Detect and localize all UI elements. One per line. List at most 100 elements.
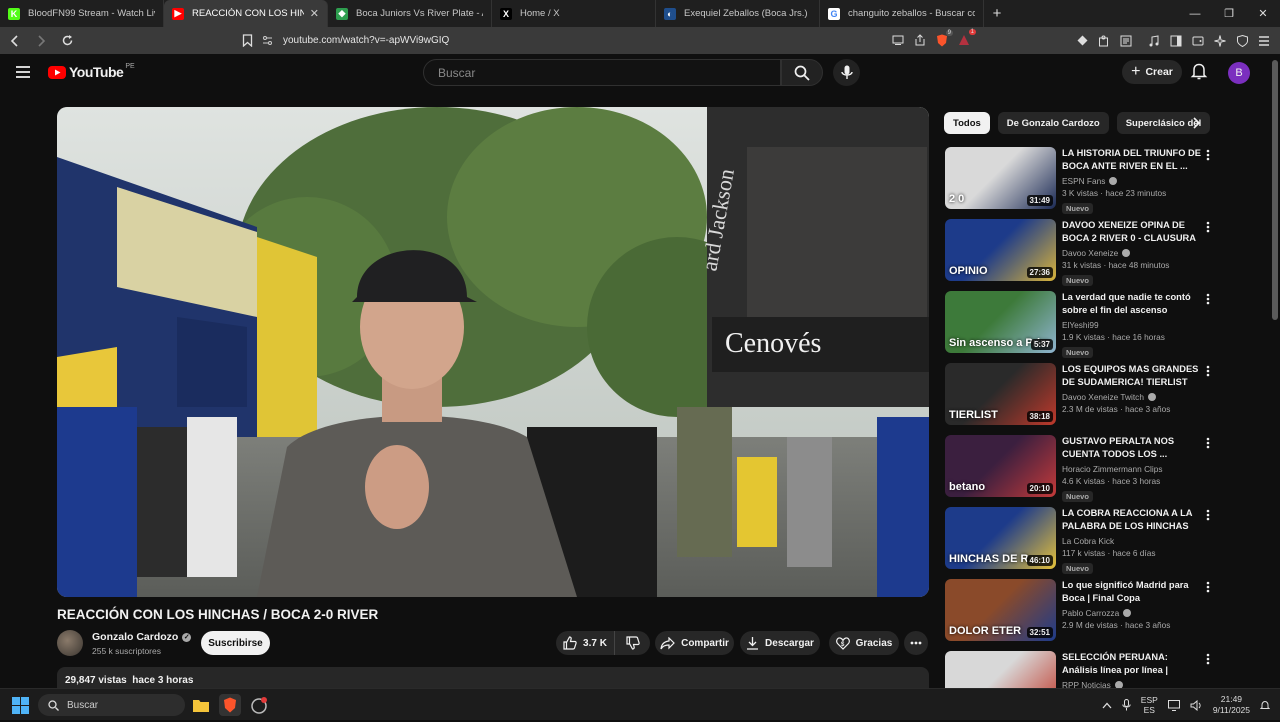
voice-search-button[interactable] (833, 59, 860, 86)
search-button[interactable] (781, 59, 823, 86)
leo-ai-button[interactable] (1210, 31, 1230, 51)
browser-tab[interactable]: ▶ REACCIÓN CON LOS HINCHAS / ✕ (164, 0, 328, 27)
recommendation-item[interactable]: DOLOR ETER 32:51 Lo que significó Madrid p… (944, 578, 1269, 650)
chips-next-button[interactable] (1186, 113, 1206, 133)
cast-button[interactable] (888, 30, 908, 50)
recommendation-menu-button[interactable] (1202, 291, 1214, 307)
taskbar-brave[interactable] (219, 694, 241, 716)
back-button[interactable] (4, 30, 26, 52)
recommendation-item[interactable]: OPINIO 27:36 DAVOO XENEIZE OPINA DE BOCA 2… (944, 218, 1269, 290)
start-button[interactable] (12, 697, 29, 714)
page-scrollbar[interactable] (1272, 60, 1278, 320)
search-input[interactable]: Buscar (423, 59, 781, 86)
recommendation-title[interactable]: LA HISTORIA DEL TRIUNFO DE BOCA ANTE RIV… (1062, 147, 1202, 173)
minimize-button[interactable]: — (1178, 0, 1212, 27)
channel-avatar[interactable] (57, 630, 83, 656)
taskbar-search[interactable]: Buscar (38, 694, 185, 716)
video-thumbnail[interactable]: HINCHAS DE R 46:10 (945, 507, 1056, 569)
reload-button[interactable] (56, 30, 78, 52)
video-thumbnail[interactable]: DOLOR ETER 32:51 (945, 579, 1056, 641)
recommendation-menu-button[interactable] (1202, 147, 1214, 163)
recommendation-channel[interactable]: ESPN Fans (1062, 176, 1105, 186)
recommendation-menu-button[interactable] (1202, 507, 1214, 523)
video-thumbnail[interactable]: TIERLIST 38:18 (945, 363, 1056, 425)
reader-button[interactable] (1116, 31, 1136, 51)
extension-button[interactable] (1072, 31, 1092, 51)
recommendation-menu-button[interactable] (1202, 435, 1214, 451)
recommendation-title[interactable]: La verdad que nadie te contó sobre el fi… (1062, 291, 1202, 317)
tray-microphone[interactable] (1122, 699, 1131, 711)
recommendation-title[interactable]: SELECCIÓN PERUANA: Análisis línea por lí… (1062, 651, 1202, 677)
tray-overflow-button[interactable] (1102, 702, 1112, 709)
bookmark-button[interactable] (236, 30, 258, 52)
tray-display[interactable] (1167, 699, 1180, 711)
video-thumbnail[interactable]: 2 0 31:49 (945, 147, 1056, 209)
brave-shields-button[interactable]: 9 (932, 30, 953, 50)
like-button[interactable]: 3.7 K (556, 631, 614, 655)
youtube-logo[interactable]: YouTube PE (48, 63, 135, 80)
guide-menu-button[interactable] (14, 63, 32, 81)
recommendation-title[interactable]: DAVOO XENEIZE OPINA DE BOCA 2 RIVER 0 - … (1062, 219, 1202, 245)
recommendation-item[interactable]: betano 20:10 GUSTAVO PERALTA NOS CUENTA TO… (944, 434, 1269, 506)
new-tab-button[interactable]: + (984, 0, 1010, 27)
input-language[interactable]: ESP ES (1141, 695, 1158, 715)
subscribe-button[interactable]: Suscribirse (201, 631, 270, 655)
download-button[interactable]: Descargar (740, 631, 820, 655)
clock[interactable]: 21:49 9/11/2025 (1213, 694, 1250, 716)
address-bar[interactable]: youtube.com/watch?v=-apWVi9wGIQ (256, 30, 876, 51)
recommendation-menu-button[interactable] (1202, 651, 1214, 667)
filter-chip[interactable]: De Gonzalo Cardozo (997, 112, 1109, 134)
recommendation-channel[interactable]: Pablo Carrozza (1062, 608, 1119, 618)
close-window-button[interactable]: ✕ (1246, 0, 1280, 27)
wallet-button[interactable] (1188, 31, 1208, 51)
extensions-menu-button[interactable] (1094, 31, 1114, 51)
recommendation-menu-button[interactable] (1202, 363, 1214, 379)
channel-name-link[interactable]: Gonzalo Cardozo ✓ (92, 631, 192, 643)
recommendation-channel[interactable]: La Cobra Kick (1062, 536, 1114, 546)
media-button[interactable] (1144, 31, 1164, 51)
recommendation-title[interactable]: LOS EQUIPOS MAS GRANDES DE SUDAMERICA! T… (1062, 363, 1202, 389)
browser-tab[interactable]: ◐ Exequiel Zeballos (Boca Jrs.) Estadísti… (656, 0, 820, 27)
browser-tab[interactable]: Gchanguito zeballos - Buscar con Goo (820, 0, 984, 27)
recommendation-title[interactable]: GUSTAVO PERALTA NOS CUENTA TODOS LOS ... (1062, 435, 1202, 461)
site-settings-icon[interactable] (262, 35, 273, 46)
browser-tab[interactable]: K BloodFN99 Stream - Watch Live on K (0, 0, 164, 27)
recommendation-item[interactable]: TIERLIST 38:18 LOS EQUIPOS MAS GRANDES DE … (944, 362, 1269, 434)
create-button[interactable]: + Crear (1122, 60, 1182, 84)
thanks-button[interactable]: $ Gracias (829, 631, 899, 655)
tab-close-icon[interactable]: ✕ (310, 7, 319, 20)
browser-menu-button[interactable] (1254, 31, 1274, 51)
brave-rewards-button[interactable]: 1 (954, 29, 976, 50)
browser-tab[interactable]: X Home / X (492, 0, 656, 27)
sidebar-toggle-button[interactable] (1166, 31, 1186, 51)
recommendation-menu-button[interactable] (1202, 579, 1214, 595)
share-page-button[interactable] (910, 30, 930, 50)
tray-volume[interactable] (1190, 699, 1203, 711)
notifications-center[interactable] (1260, 700, 1270, 711)
recommendation-channel[interactable]: Horacio Zimmermann Clips (1062, 464, 1163, 474)
vpn-button[interactable] (1232, 31, 1252, 51)
video-thumbnail[interactable]: betano 20:10 (945, 435, 1056, 497)
more-actions-button[interactable] (904, 631, 928, 655)
recommendation-channel[interactable]: Davoo Xeneize Twitch (1062, 392, 1144, 402)
recommendation-channel[interactable]: Davoo Xeneize (1062, 248, 1118, 258)
dislike-button[interactable] (614, 631, 650, 655)
taskbar-app[interactable] (248, 694, 270, 716)
video-player[interactable]: Cenovés ard Jackson (57, 107, 929, 597)
browser-tab[interactable]: ◆ Boca Juniors Vs River Plate - Alineaci (328, 0, 492, 27)
share-button[interactable]: Compartir (655, 631, 734, 655)
recommendation-title[interactable]: Lo que significó Madrid para Boca | Fina… (1062, 579, 1202, 605)
recommendation-menu-button[interactable] (1202, 219, 1214, 235)
restore-button[interactable]: ❐ (1212, 0, 1246, 27)
filter-chip[interactable]: Todos (944, 112, 990, 134)
notifications-button[interactable] (1190, 62, 1208, 81)
video-thumbnail[interactable]: OPINIO 27:36 (945, 219, 1056, 281)
taskbar-file-explorer[interactable] (190, 694, 212, 716)
account-avatar[interactable]: B (1228, 62, 1250, 84)
forward-button[interactable] (30, 30, 52, 52)
recommendation-item[interactable]: HINCHAS DE R 46:10 LA COBRA REACCIONA A LA… (944, 506, 1269, 578)
recommendation-item[interactable]: 2 0 31:49 LA HISTORIA DEL TRIUNFO DE BOCA … (944, 146, 1269, 218)
recommendation-item[interactable]: Sin ascenso a Prim 5:37 La verdad que nadi… (944, 290, 1269, 362)
video-thumbnail[interactable]: Sin ascenso a Prim 5:37 (945, 291, 1056, 353)
recommendation-channel[interactable]: ElYeshi99 (1062, 320, 1099, 330)
